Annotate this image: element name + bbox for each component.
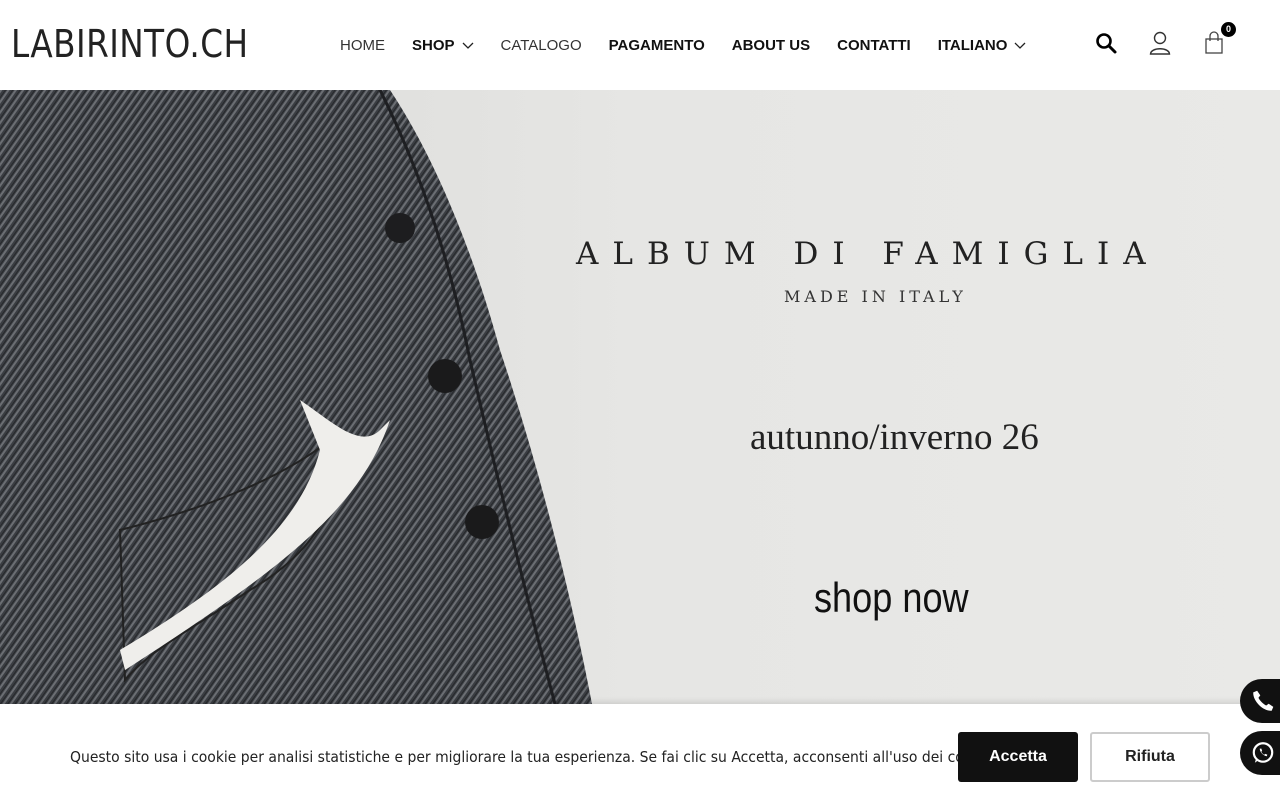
nav-shop[interactable]: SHOP xyxy=(412,33,474,57)
nav-catalogo-label: CATALOGO xyxy=(500,36,582,54)
accept-cookies-button[interactable]: Accetta xyxy=(958,732,1078,782)
user-icon xyxy=(1149,31,1171,55)
hero-banner[interactable]: ALBUM DI FAMIGLIA MADE IN ITALY autunno/… xyxy=(0,90,1280,704)
nav-pagamento-label: PAGAMENTO xyxy=(608,36,705,54)
cookie-message: Questo sito usa i cookie per analisi sta… xyxy=(70,748,998,766)
hero-title: ALBUM DI FAMIGLIA xyxy=(576,236,1160,272)
nav-about-label: ABOUT US xyxy=(731,36,811,54)
nav-shop-label: SHOP xyxy=(412,36,455,54)
cart-button[interactable]: 0 xyxy=(1200,22,1236,58)
call-button[interactable] xyxy=(1240,679,1280,723)
phone-icon xyxy=(1253,690,1274,711)
nav-home[interactable]: HOME xyxy=(340,33,385,57)
nav-home-label: HOME xyxy=(340,36,385,54)
cart-count-badge: 0 xyxy=(1221,22,1236,37)
nav-catalogo[interactable]: CATALOGO xyxy=(501,33,582,57)
whatsapp-button[interactable] xyxy=(1240,731,1280,775)
search-button[interactable] xyxy=(1092,28,1120,58)
cookie-banner: Questo sito usa i cookie per analisi sta… xyxy=(0,704,1280,800)
nav-pagamento[interactable]: PAGAMENTO xyxy=(609,33,705,57)
hero-season: autunno/inverno 26 xyxy=(750,417,1039,458)
header-actions: 0 xyxy=(1092,22,1254,58)
nav-language[interactable]: ITALIANO xyxy=(938,33,1027,57)
site-header: LABIRINTO.CH HOME SHOP CATALOGO PAGAMENT… xyxy=(0,0,1280,90)
nav-about-us[interactable]: ABOUT US xyxy=(732,33,810,57)
nav-contatti-label: CONTATTI xyxy=(837,36,911,54)
hero-coat-image xyxy=(0,90,592,704)
reject-cookies-button[interactable]: Rifiuta xyxy=(1090,732,1210,782)
search-icon xyxy=(1096,33,1117,54)
account-button[interactable] xyxy=(1146,28,1174,58)
hero-subtitle: MADE IN ITALY xyxy=(784,287,967,306)
main-nav: HOME SHOP CATALOGO PAGAMENTO ABOUT US CO… xyxy=(340,33,1053,57)
nav-contatti[interactable]: CONTATTI xyxy=(837,33,911,57)
chevron-down-icon xyxy=(1014,42,1026,49)
shop-now-link[interactable]: shop now xyxy=(814,574,969,622)
nav-language-label: ITALIANO xyxy=(937,36,1008,54)
whatsapp-icon xyxy=(1252,742,1274,763)
cart-icon xyxy=(1205,31,1223,54)
chevron-down-icon xyxy=(462,42,473,49)
site-logo[interactable]: LABIRINTO.CH xyxy=(11,20,248,68)
